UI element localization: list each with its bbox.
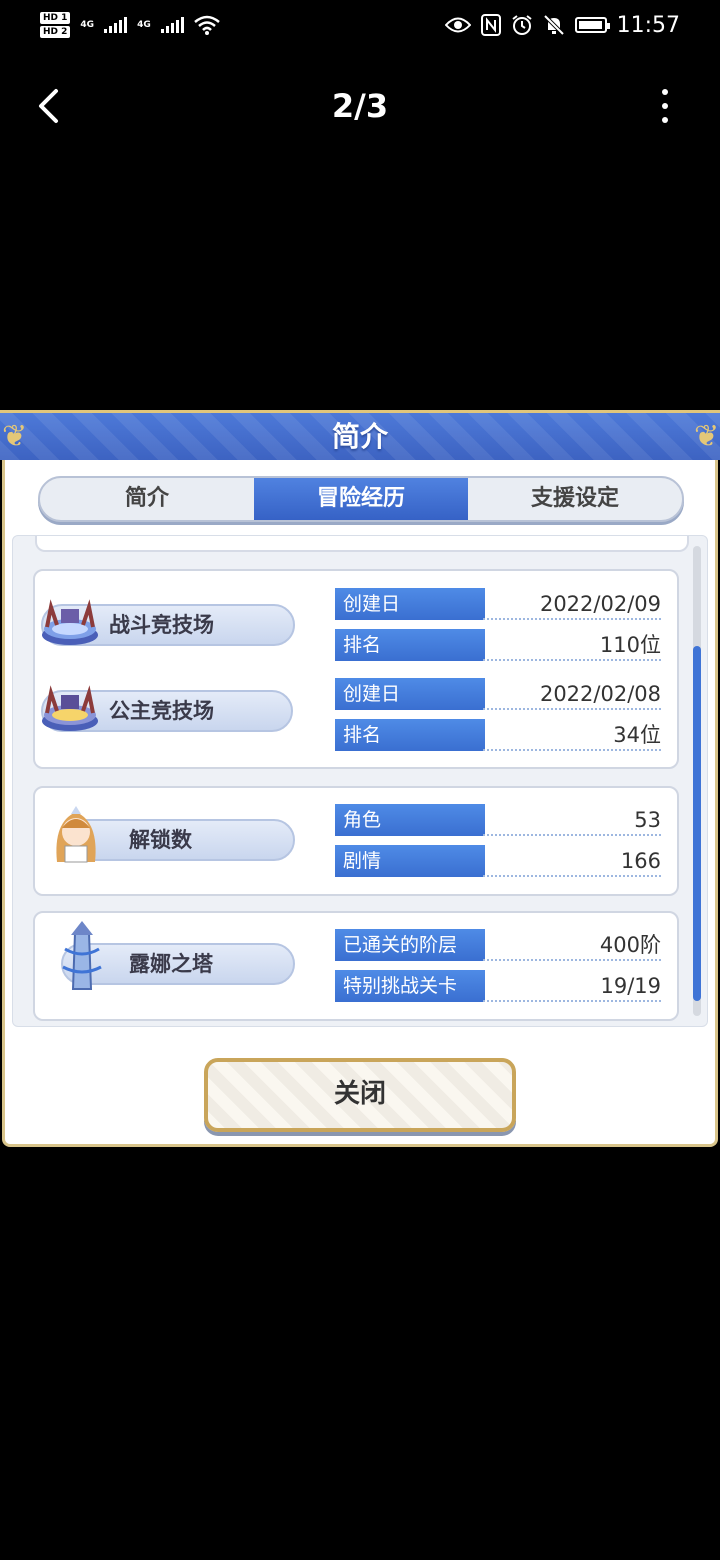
arena-princess-created-label: 创建日 (335, 678, 485, 710)
nfc-icon (480, 14, 501, 36)
princess-arena-icon (42, 685, 98, 731)
tower-special-label: 特别挑战关卡 (335, 970, 485, 1002)
status-right: 11:57 (444, 10, 680, 40)
tower-icon (62, 921, 102, 990)
arena-battle-rank-value: 110位 (483, 629, 661, 661)
more-vertical-icon (662, 89, 668, 95)
previous-card-edge (35, 536, 689, 552)
status-left: HD 1 HD 2 4G 4G (40, 6, 220, 44)
more-button[interactable] (650, 84, 680, 128)
tab-bar: 简介 冒险经历 支援设定 (38, 476, 684, 522)
chevron-left-icon (39, 89, 58, 123)
history-scroll-panel[interactable]: 战斗竞技场 创建日 2022/02/09 排名 110位 公主竞技场 创建日 2… (12, 535, 708, 1027)
close-button[interactable]: 关闭 (204, 1058, 516, 1132)
arena-princess-created-value: 2022/02/08 (483, 678, 661, 710)
page-counter: 2/3 (331, 87, 389, 125)
tower-floors-label: 已通关的阶层 (335, 929, 485, 961)
tab-support-settings[interactable]: 支援设定 (468, 478, 682, 520)
scrollbar-thumb[interactable] (693, 646, 701, 1001)
dialog-header: ❦ ❦ 简介 (0, 410, 720, 460)
signal-1-icon (104, 17, 128, 33)
back-button[interactable] (28, 84, 68, 128)
mute-bell-icon (543, 14, 565, 36)
status-bar: HD 1 HD 2 4G 4G 11:57 (0, 0, 720, 50)
arena-battle-created-value: 2022/02/09 (483, 588, 661, 620)
unlocks-story-value: 166 (483, 845, 661, 877)
arena-battle-rank-label: 排名 (335, 629, 485, 661)
dialog-title: 简介 (331, 420, 388, 453)
tower-special-value: 19/19 (483, 970, 661, 1002)
wifi-icon (193, 15, 220, 35)
eye-icon (444, 17, 471, 33)
tab-adventure-history[interactable]: 冒险经历 (254, 478, 468, 520)
profile-dialog: ❦ ❦ 简介 简介 冒险经历 支援设定 战斗竞技场 创建日 2022/02/09… (0, 410, 720, 1147)
character-avatar-icon (56, 806, 96, 863)
battle-arena-icon (42, 599, 98, 645)
arena-princess-rank-value: 34位 (483, 719, 661, 751)
clock: 11:57 (616, 12, 680, 38)
tab-profile[interactable]: 简介 (40, 478, 254, 520)
network-type-2: 4G (137, 20, 151, 30)
network-type-1: 4G (80, 20, 95, 30)
unlocks-card: 解锁数 角色 53 剧情 166 (33, 786, 679, 896)
battery-icon (574, 17, 610, 33)
alarm-icon (511, 15, 532, 35)
unlocks-story-label: 剧情 (335, 845, 485, 877)
hd1-badge: HD 1 (40, 12, 71, 24)
unlocks-characters-value: 53 (483, 804, 661, 836)
signal-2-icon (160, 17, 184, 33)
arena-battle-created-label: 创建日 (335, 588, 485, 620)
arena-princess-rank-label: 排名 (335, 719, 485, 751)
arena-card: 战斗竞技场 创建日 2022/02/09 排名 110位 公主竞技场 创建日 2… (33, 569, 679, 769)
hd2-badge: HD 2 (40, 26, 71, 38)
tower-card: 露娜之塔 已通关的阶层 400阶 特别挑战关卡 19/19 (33, 911, 679, 1021)
unlocks-characters-label: 角色 (335, 804, 485, 836)
tower-floors-value: 400阶 (483, 929, 661, 961)
scrollbar[interactable] (693, 546, 701, 1016)
